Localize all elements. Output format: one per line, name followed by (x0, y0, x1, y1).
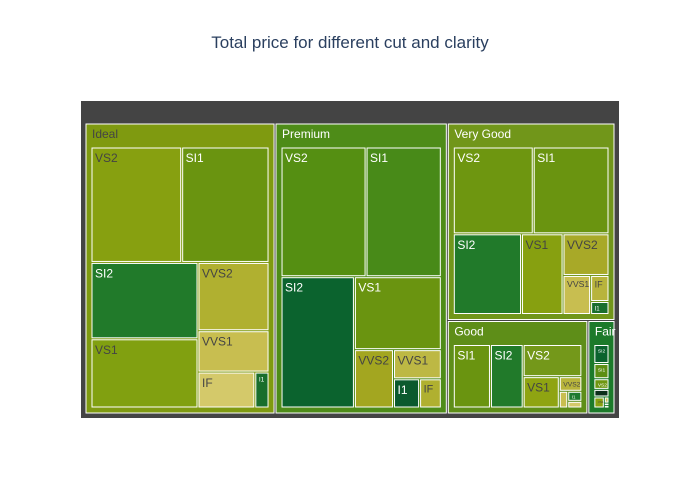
treemap-tile-label-premium-vs2: VS2 (285, 151, 308, 165)
treemap-tile-label-ideal-si2: SI2 (95, 266, 113, 280)
treemap-tile-label-very-good-si2: SI2 (457, 238, 475, 252)
treemap-tile-label-fair-si2: SI2 (598, 348, 606, 354)
treemap-tile-label-very-good-vs2: VS2 (457, 151, 480, 165)
treemap-group-label-good: Good (454, 325, 483, 339)
treemap-tile-label-premium-vs1: VS1 (358, 281, 381, 295)
treemap-tile-label-very-good-si1: SI1 (537, 151, 555, 165)
treemap-tile-label-fair-si1: SI1 (598, 367, 606, 373)
treemap-tile-ideal-si1[interactable] (182, 147, 269, 262)
treemap-tile-label-ideal-vs2: VS2 (95, 151, 118, 165)
treemap-tile-label-ideal-vvs2: VVS2 (202, 266, 233, 280)
treemap-tile-ideal-vs2[interactable] (91, 147, 182, 262)
treemap-tile-premium-si1[interactable] (366, 147, 441, 277)
treemap-tile-premium-si2[interactable] (281, 277, 354, 408)
treemap-tile-label-very-good-if: IF (595, 279, 604, 289)
treemap-tile-label-fair-vs1: VS1 (598, 400, 604, 404)
treemap-tile-label-very-good-vs1: VS1 (526, 238, 549, 252)
treemap-tile-label-premium-vvs1: VVS1 (398, 354, 429, 368)
treemap-tile-label-good-si1: SI1 (457, 349, 475, 363)
treemap-tile-fair-if[interactable] (604, 406, 609, 408)
treemap-group-label-fair: Fair (595, 325, 616, 339)
treemap-tile-fair-i1[interactable] (594, 389, 609, 397)
treemap-tile-label-good-vs1: VS1 (527, 381, 550, 395)
treemap-group-label-premium: Premium (282, 127, 330, 141)
treemap-tile-label-ideal-vvs1: VVS1 (202, 335, 233, 349)
treemap-tile-fair-vvs2[interactable] (604, 397, 609, 403)
treemap-chart: Ideal VS2 SI1 SI2 VS1 VVS2 VVS1 IF I1 Premium VS2 S… (81, 101, 619, 418)
treemap-tile-label-good-si2: SI2 (494, 349, 512, 363)
treemap-tile-label-fair-vs2: VS2 (598, 382, 607, 388)
treemap-tile-label-good-i1: I1 (572, 395, 576, 400)
treemap-tile-fair-vvs1[interactable] (604, 403, 609, 406)
treemap-tile-premium-vs2[interactable] (281, 147, 366, 277)
treemap-tile-good-vvs1[interactable] (559, 391, 568, 408)
treemap-tile-label-ideal-if: IF (202, 376, 213, 390)
treemap-tile-label-good-vvs2: VVS2 (563, 381, 580, 388)
treemap-tile-label-ideal-i1: I1 (259, 377, 265, 384)
treemap-tile-label-premium-si1: SI1 (370, 151, 388, 165)
treemap-tile-label-ideal-vs1: VS1 (95, 343, 118, 357)
treemap-tile-label-very-good-vvs2: VVS2 (567, 238, 598, 252)
treemap-group-label-very-good: Very Good (454, 127, 511, 141)
treemap-tile-label-premium-si2: SI2 (285, 281, 303, 295)
treemap-tile-good-if[interactable] (568, 401, 582, 408)
treemap-tile-label-very-good-vvs1: VVS1 (567, 279, 589, 289)
treemap-tile-label-ideal-si1: SI1 (186, 151, 204, 165)
treemap-tile-label-good-vs2: VS2 (527, 349, 550, 363)
treemap-group-label-ideal: Ideal (92, 127, 118, 141)
treemap-tile-label-premium-if: IF (424, 384, 434, 396)
treemap-tile-label-premium-i1: I1 (398, 383, 408, 397)
treemap-tile-label-premium-vvs2: VVS2 (358, 354, 389, 368)
treemap-tile-label-very-good-i1: I1 (595, 306, 601, 313)
